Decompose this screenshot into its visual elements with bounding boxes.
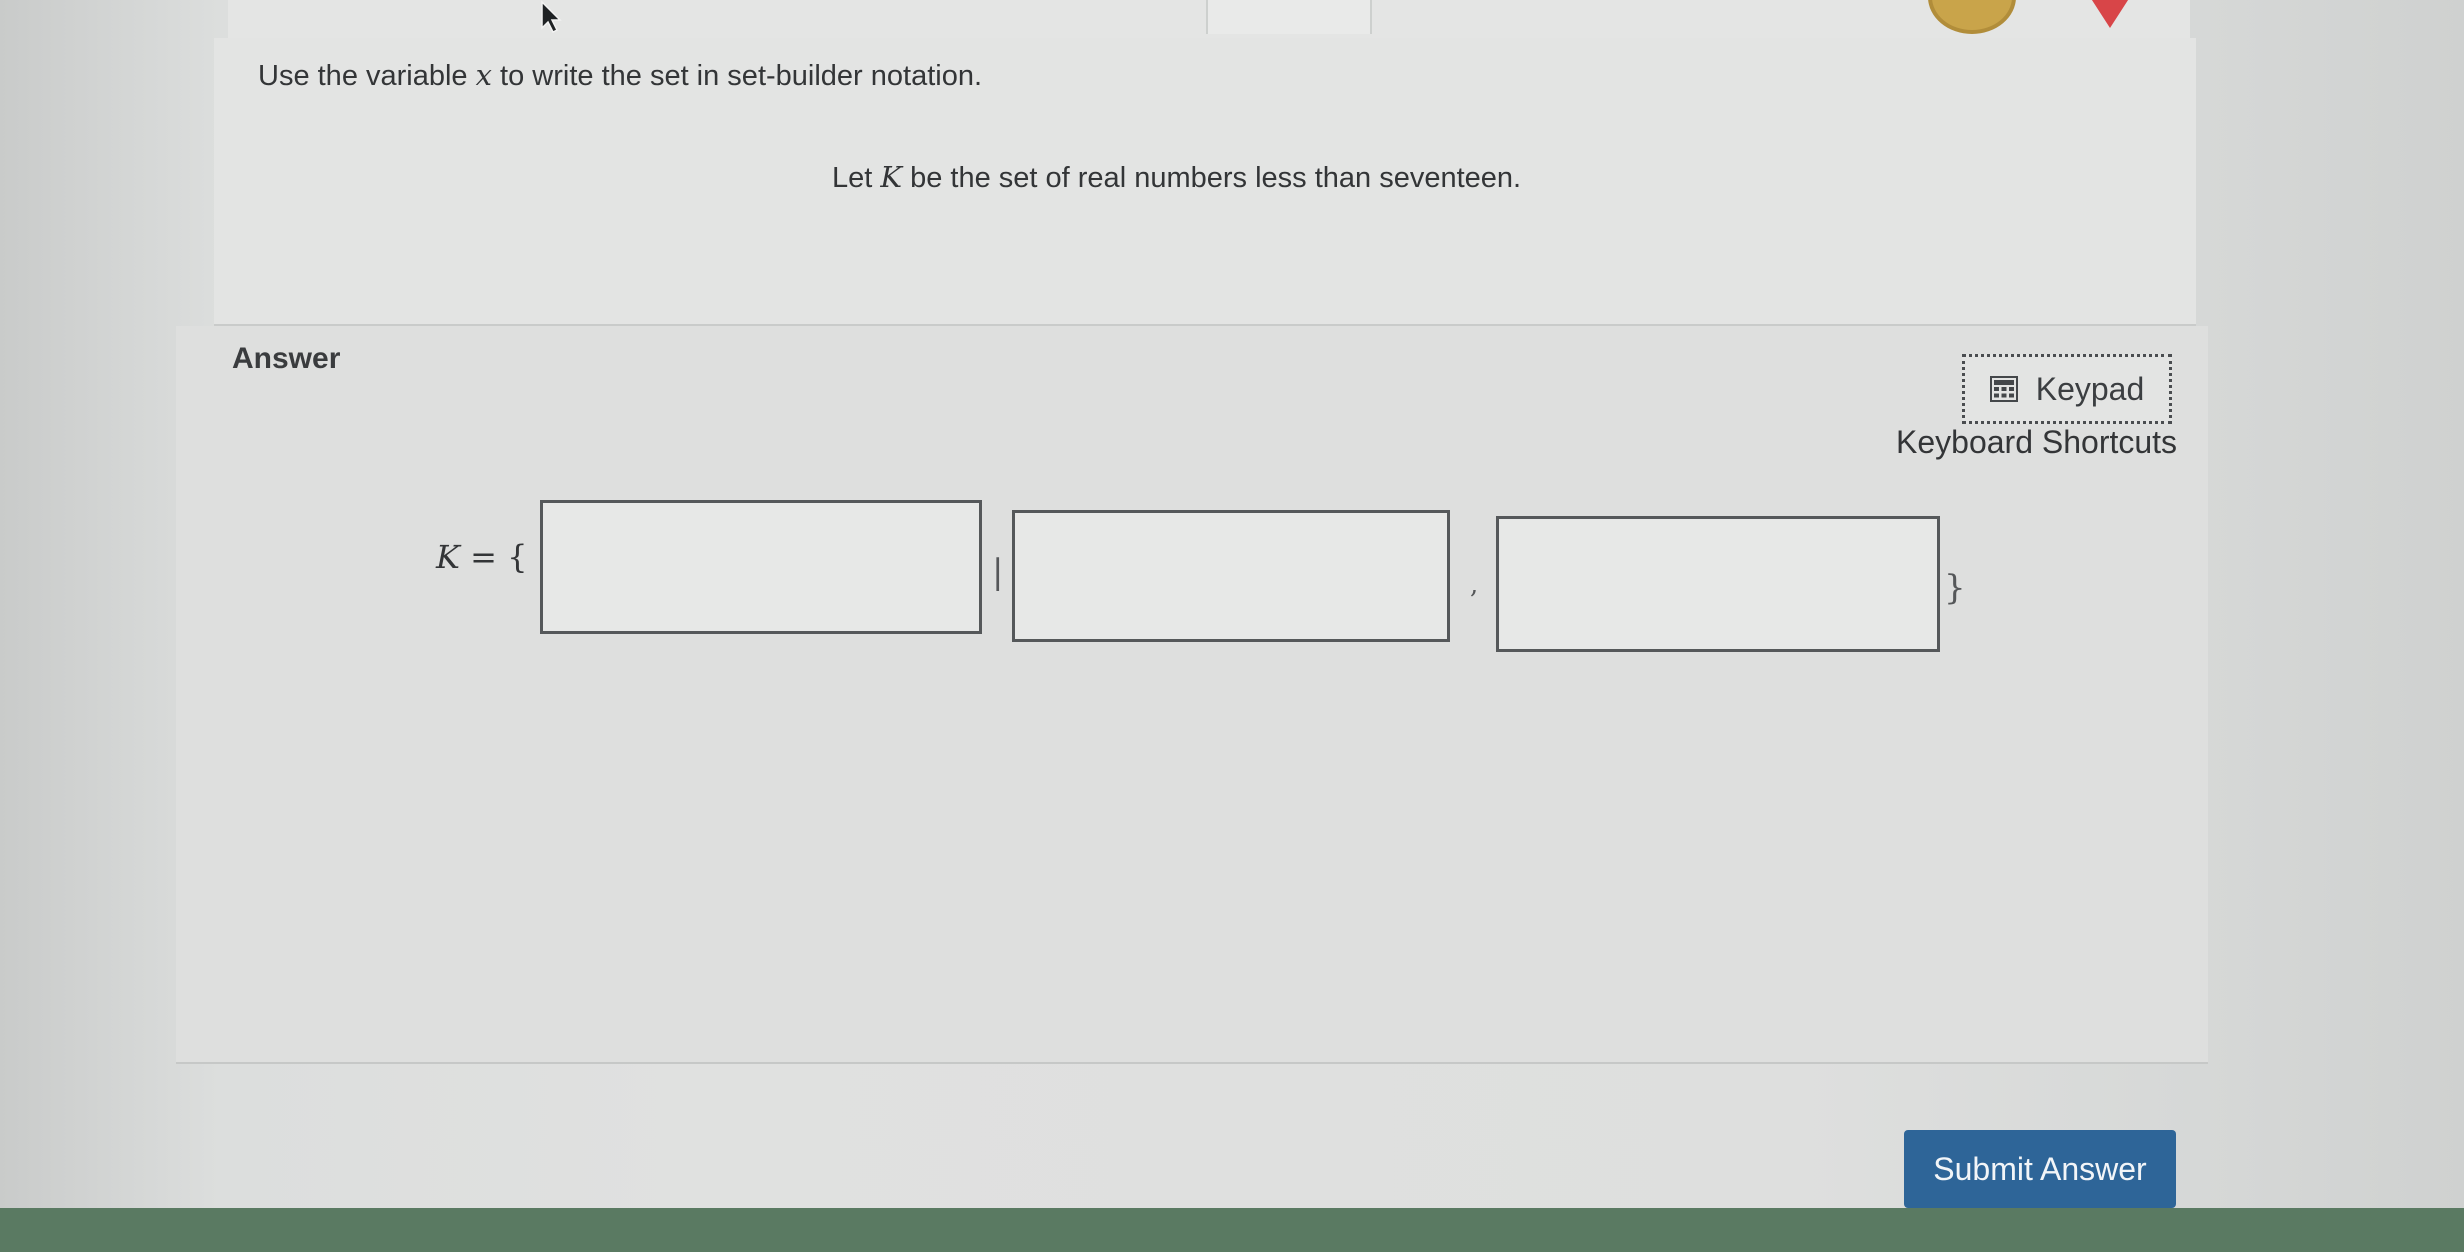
instruction-text-post: to write the set in set-builder notation…	[491, 60, 983, 92]
keypad-label: Keypad	[2035, 370, 2145, 407]
calculator-icon	[1989, 376, 2018, 402]
answer-input-variable[interactable]	[540, 500, 982, 634]
answer-input-domain[interactable]	[1496, 516, 1940, 652]
question-instruction: Use the variable x to write the set in s…	[258, 58, 982, 93]
problem-text-pre: Let	[832, 162, 881, 194]
separator-comma: ,	[1470, 570, 1479, 600]
keypad-button[interactable]: Keypad	[1962, 354, 2172, 424]
set-variable: K	[436, 538, 460, 576]
submit-answer-button[interactable]: Submit Answer	[1904, 1130, 2176, 1208]
keyboard-shortcuts-link[interactable]: Keyboard Shortcuts	[1896, 424, 2177, 461]
close-brace: }	[1944, 568, 1966, 608]
equals-open-brace: = {	[470, 538, 528, 576]
problem-text-post: be the set of real numbers less than sev…	[902, 162, 1522, 194]
mouse-cursor-icon	[541, 0, 562, 34]
instruction-variable: x	[475, 58, 492, 92]
top-tab[interactable]	[1206, 0, 1372, 34]
answer-input-condition[interactable]	[1012, 510, 1450, 642]
set-equation-label: K = {	[436, 538, 527, 576]
instruction-text-pre: Use the variable	[258, 60, 476, 92]
set-builder-bar: |	[992, 552, 1004, 592]
problem-variable: K	[880, 160, 903, 194]
answer-heading: Answer	[232, 342, 341, 375]
footer-strip	[0, 1208, 2464, 1252]
problem-statement: Let K be the set of real numbers less th…	[832, 160, 1521, 195]
